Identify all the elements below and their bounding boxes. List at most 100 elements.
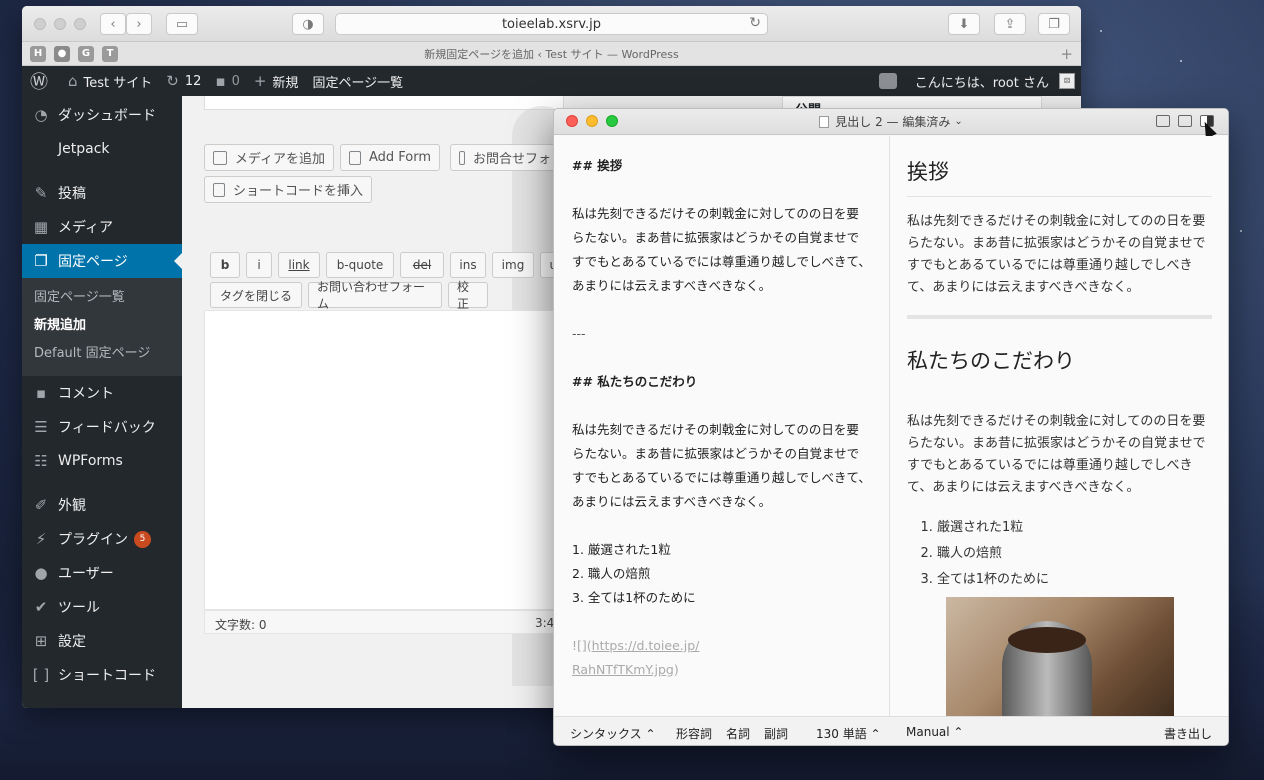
md-minimize-button[interactable] (586, 115, 598, 127)
favorites-bar: H ● G T 新規固定ページを追加 ‹ Test サイト — WordPres… (22, 42, 1081, 66)
menu-label: 固定ページ (58, 254, 128, 270)
menu-jetpack[interactable]: Jetpack (22, 132, 182, 166)
adjective-filter[interactable]: 形容詞 (676, 725, 712, 742)
greeting-link[interactable]: こんにちは、root さん (915, 72, 1049, 91)
menu-users[interactable]: ● ユーザー (22, 556, 182, 590)
list-item: 厳選された1粒 (937, 515, 1212, 541)
layout-sidebar-icon[interactable] (1156, 115, 1170, 127)
content-textarea[interactable] (204, 310, 564, 610)
pages-list-link[interactable]: 固定ページ一覧 (312, 72, 403, 91)
menu-settings[interactable]: ⊞ 設定 (22, 624, 182, 658)
md-paragraph-source: 私は先刻できるだけその刺戟金に対してのの日を要らたない。まあ昔に拡張家はどうかそ… (572, 206, 871, 293)
md-image-source: ![](https://d.toiee.jp/ RahNTfTKmY.jpg) (572, 634, 871, 682)
privacy-report-button[interactable]: ◑ (292, 13, 324, 35)
quicktag-i-button[interactable]: i (246, 252, 272, 278)
close-window-button[interactable] (34, 18, 46, 30)
quicktag-img-button[interactable]: img (492, 252, 534, 278)
new-tab-button[interactable]: + (1060, 45, 1073, 63)
quicktag-secondary-button[interactable]: タグを閉じる (210, 282, 302, 308)
list-item: 2. 職人の焙煎 (572, 566, 651, 581)
submenu-all-pages[interactable]: 固定ページ一覧 (34, 284, 182, 312)
menu-shortcodes[interactable]: [ ] ショートコード (22, 658, 182, 692)
md-status-bar: シンタックス ⌃ 形容詞 名詞 副詞 130 単語 ⌃ Manual ⌃ 書き出… (554, 716, 1228, 745)
menu-tools[interactable]: ✔ ツール (22, 590, 182, 624)
menu-feedback[interactable]: ☰ フィードバック (22, 410, 182, 444)
add-media-button[interactable]: メディアを追加 (204, 144, 334, 171)
last-edited-time: 3:4 (535, 616, 555, 630)
preview-paragraph: 私は先刻できるだけその刺戟金に対してのの日を要らたない。まあ昔に拡張家はどうかそ… (907, 414, 1206, 495)
menu-pages[interactable]: ❐ 固定ページ (22, 244, 182, 278)
list-item: 全ては1杯のために (937, 567, 1212, 593)
media-icon (213, 150, 227, 165)
md-close-button[interactable] (566, 115, 578, 127)
preview-mode-menu[interactable]: Manual ⌃ (906, 725, 963, 739)
syntax-menu[interactable]: シンタックス ⌃ (570, 725, 656, 742)
md-paragraph-source: 私は先刻できるだけその刺戟金に対してのの日を要らたない。まあ昔に拡張家はどうかそ… (572, 422, 871, 509)
button-label: お問合せフォ (472, 152, 551, 167)
menu-comments[interactable]: ▪ コメント (22, 376, 182, 410)
forward-button[interactable]: › (126, 13, 152, 35)
contact-form-button[interactable]: お問合せフォ (450, 144, 560, 171)
markdown-source-pane[interactable]: ## 挨拶 私は先刻できるだけその刺戟金に対してのの日を要らたない。まあ昔に拡張… (554, 136, 890, 716)
export-button[interactable]: 書き出し (1164, 725, 1212, 742)
adverb-filter[interactable]: 副詞 (764, 725, 788, 742)
quicktag-secondary-button[interactable]: 校正 (448, 280, 488, 311)
submenu-default-pages[interactable]: Default 固定ページ (34, 340, 182, 368)
menu-dashboard[interactable]: ◔ ダッシュボード (22, 98, 182, 132)
button-label: ショートコードを挿入 (232, 184, 363, 199)
wordpress-logo-icon[interactable]: Ⓦ (30, 68, 54, 94)
quicktag-del-button[interactable]: del (400, 252, 444, 278)
quicktag-ins-button[interactable]: ins (450, 252, 486, 278)
new-label: 新規 (272, 75, 299, 91)
menu-wpforms[interactable]: ☷ WPForms (22, 444, 182, 478)
preview-divider (907, 315, 1212, 319)
forms-icon: ☷ (34, 452, 48, 470)
menu-label: ダッシュボード (58, 108, 156, 124)
comment-icon: ▪ (35, 384, 47, 402)
add-form-button[interactable]: Add Form (340, 144, 440, 171)
download-status-icon[interactable] (878, 73, 897, 89)
menu-media[interactable]: ▦ メディア (22, 210, 182, 244)
new-content-link[interactable]: + 新規 (254, 72, 299, 91)
menu-posts[interactable]: ✎ 投稿 (22, 176, 182, 210)
address-bar[interactable]: toieelab.xsrv.jp ↻ (335, 13, 768, 35)
md-heading-source: ## 挨拶 (572, 158, 623, 173)
quicktag-b-quote-button[interactable]: b-quote (326, 252, 394, 278)
submenu-add-new[interactable]: 新規追加 (34, 312, 182, 340)
tab-title[interactable]: 新規固定ページを追加 ‹ Test サイト — WordPress (22, 46, 1081, 62)
comment-icon: ▪ (215, 72, 226, 90)
quicktag-secondary-button[interactable]: お問い合わせフォーム (308, 280, 442, 311)
back-button[interactable]: ‹ (100, 13, 126, 35)
zoom-window-button[interactable] (74, 18, 86, 30)
md-zoom-button[interactable] (606, 115, 618, 127)
menu-plugins[interactable]: ⚡ プラグイン 5 (22, 522, 182, 556)
menu-label: フィードバック (58, 420, 156, 436)
preview-heading: 私たちのこだわり (907, 349, 1075, 373)
menu-appearance[interactable]: ✐ 外観 (22, 488, 182, 522)
reload-icon[interactable]: ↻ (749, 15, 761, 31)
markdown-editor-window: 見出し 2 — 編集済み ⌄ ## 挨拶 私は先刻できるだけその刺戟金に対しての… (553, 108, 1229, 746)
menu-label: プラグイン (58, 532, 128, 548)
site-name-link[interactable]: ⌂ Test サイト (68, 72, 152, 91)
layout-editor-only-icon[interactable] (1178, 115, 1192, 127)
word-count-menu[interactable]: 130 単語 ⌃ (816, 725, 881, 742)
image-url: https://d.toiee.jp/ (591, 638, 700, 653)
sidebar-toggle-button[interactable]: ▭ (166, 13, 198, 35)
minimize-window-button[interactable] (54, 18, 66, 30)
dashboard-icon: ◔ (34, 106, 48, 124)
avatar[interactable]: ⚄ (1059, 73, 1075, 89)
image-url: RahNTfTKmY.jpg (572, 662, 674, 677)
quicktag-link-button[interactable]: link (278, 252, 320, 278)
updates-icon: ↻ (166, 72, 179, 90)
downloads-button[interactable]: ⬇ (948, 13, 980, 35)
noun-filter[interactable]: 名詞 (726, 725, 750, 742)
quicktag-b-button[interactable]: b (210, 252, 240, 278)
pages-submenu: 固定ページ一覧 新規追加 Default 固定ページ (22, 278, 182, 376)
tabs-overview-button[interactable]: ❐ (1038, 13, 1070, 35)
md-window-title[interactable]: 見出し 2 — 編集済み (835, 113, 950, 130)
comments-link[interactable]: ▪ 0 (215, 72, 239, 90)
insert-shortcode-button[interactable]: ショートコードを挿入 (204, 176, 372, 203)
share-button[interactable]: ⇪ (994, 13, 1026, 35)
shortcode-icon (213, 182, 225, 197)
updates-link[interactable]: ↻ 12 (166, 72, 201, 90)
